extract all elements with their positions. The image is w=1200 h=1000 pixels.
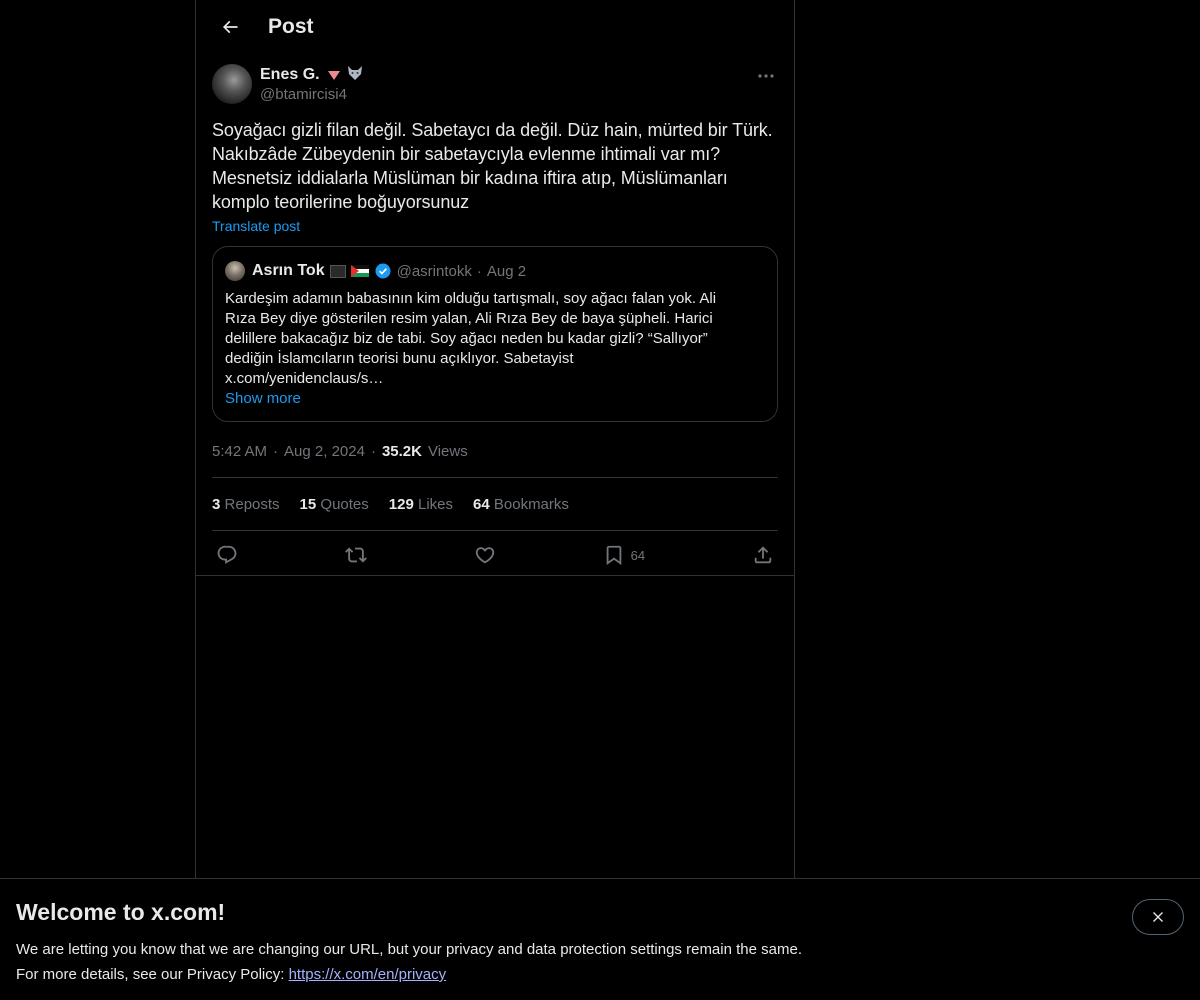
post-text: Soyağacı gizli filan değil. Sabetaycı da… bbox=[212, 120, 773, 212]
banner-privacy-prefix: For more details, see our Privacy Policy… bbox=[16, 966, 289, 983]
quoted-post-header: Asrın Tok @asrintokk · Aug 2 bbox=[225, 259, 765, 283]
quote-text: Kardeşim adamın babasının kim olduğu tar… bbox=[225, 290, 717, 387]
likes-count: 129 bbox=[388, 495, 414, 513]
author-text: Enes G. @btamircisi4 bbox=[260, 64, 364, 103]
action-bar: 64 bbox=[212, 531, 778, 579]
main-column: Post Enes G. @btamircisi4 Soyağacı gizli… bbox=[195, 0, 795, 879]
author-name-line: Enes G. bbox=[260, 64, 364, 86]
black-flag-icon bbox=[329, 264, 346, 278]
bookmark-count: 64 bbox=[630, 547, 646, 563]
top-bar: Post bbox=[196, 0, 794, 54]
back-button[interactable] bbox=[212, 9, 248, 45]
quoted-post[interactable]: Asrın Tok @asrintokk · Aug 2 Kardeşim ad… bbox=[212, 246, 778, 422]
repost-button[interactable] bbox=[344, 544, 367, 566]
author-handle[interactable]: @btamircisi4 bbox=[260, 86, 364, 103]
post-date[interactable]: Aug 2, 2024 bbox=[284, 443, 365, 460]
reposts-label: Reposts bbox=[224, 495, 280, 513]
bookmark-icon bbox=[606, 545, 621, 566]
more-options-button[interactable] bbox=[754, 66, 778, 86]
share-icon bbox=[754, 546, 772, 564]
close-icon bbox=[1153, 912, 1163, 922]
post: Enes G. @btamircisi4 Soyağacı gizli fila… bbox=[196, 64, 794, 579]
quote-date: Aug 2 bbox=[486, 262, 527, 280]
post-stats: 3 Reposts 15 Quotes 129 Likes 64 Bookmar… bbox=[212, 478, 778, 530]
wolf-icon bbox=[346, 65, 364, 85]
post-time[interactable]: 5:42 AM bbox=[212, 443, 267, 460]
palestine-flag-icon bbox=[350, 265, 369, 277]
separator-dot: · bbox=[476, 262, 482, 280]
likes-stat[interactable]: 129 Likes bbox=[389, 496, 453, 513]
separator-dot: · bbox=[273, 442, 279, 460]
verified-badge-icon bbox=[375, 263, 391, 279]
quote-author-handle: @asrintokk bbox=[396, 262, 472, 280]
views-label: Views bbox=[427, 442, 468, 460]
author-name[interactable]: Enes G. bbox=[260, 66, 320, 84]
reposts-count: 3 bbox=[212, 495, 221, 513]
reply-icon bbox=[217, 545, 237, 564]
views-count: 35.2K bbox=[381, 442, 422, 460]
bookmarks-stat[interactable]: 64 Bookmarks bbox=[473, 496, 569, 513]
quotes-label: Quotes bbox=[320, 495, 369, 513]
red-triangle-icon bbox=[327, 70, 340, 80]
url-change-banner: Welcome to x.com! We are letting you kno… bbox=[0, 878, 1200, 1000]
bookmarks-label: Bookmarks bbox=[493, 495, 569, 513]
repost-icon bbox=[344, 547, 367, 563]
quote-avatar bbox=[225, 261, 245, 281]
quotes-stat[interactable]: 15 Quotes bbox=[300, 496, 369, 513]
like-button[interactable] bbox=[474, 544, 496, 566]
translate-post-link[interactable]: Translate post bbox=[212, 218, 300, 234]
bookmark-button[interactable]: 64 bbox=[603, 544, 645, 566]
page-title: Post bbox=[268, 15, 314, 38]
quote-author-name: Asrın Tok bbox=[252, 262, 325, 279]
likes-label: Likes bbox=[417, 495, 454, 513]
more-dots-icon bbox=[758, 74, 774, 78]
banner-message: We are letting you know that we are chan… bbox=[16, 941, 802, 958]
share-button[interactable] bbox=[752, 544, 774, 566]
show-more-link[interactable]: Show more bbox=[225, 389, 765, 409]
post-author: Enes G. @btamircisi4 bbox=[212, 64, 778, 104]
heart-icon bbox=[475, 547, 494, 564]
arrow-left-icon bbox=[222, 20, 238, 34]
banner-privacy-line: For more details, see our Privacy Policy… bbox=[16, 965, 1184, 985]
close-banner-button[interactable] bbox=[1132, 899, 1184, 935]
banner-title: Welcome to x.com! bbox=[16, 899, 226, 925]
privacy-policy-link[interactable]: https://x.com/en/privacy bbox=[289, 966, 447, 983]
post-meta: 5:42 AM · Aug 2, 2024 · 35.2K Views bbox=[212, 441, 778, 461]
reply-button[interactable] bbox=[216, 544, 238, 566]
avatar[interactable] bbox=[212, 64, 252, 104]
bookmarks-count: 64 bbox=[473, 495, 490, 513]
separator-dot: · bbox=[370, 442, 376, 460]
divider bbox=[196, 575, 794, 576]
quotes-count: 15 bbox=[299, 495, 317, 513]
reposts-stat[interactable]: 3 Reposts bbox=[212, 496, 280, 513]
